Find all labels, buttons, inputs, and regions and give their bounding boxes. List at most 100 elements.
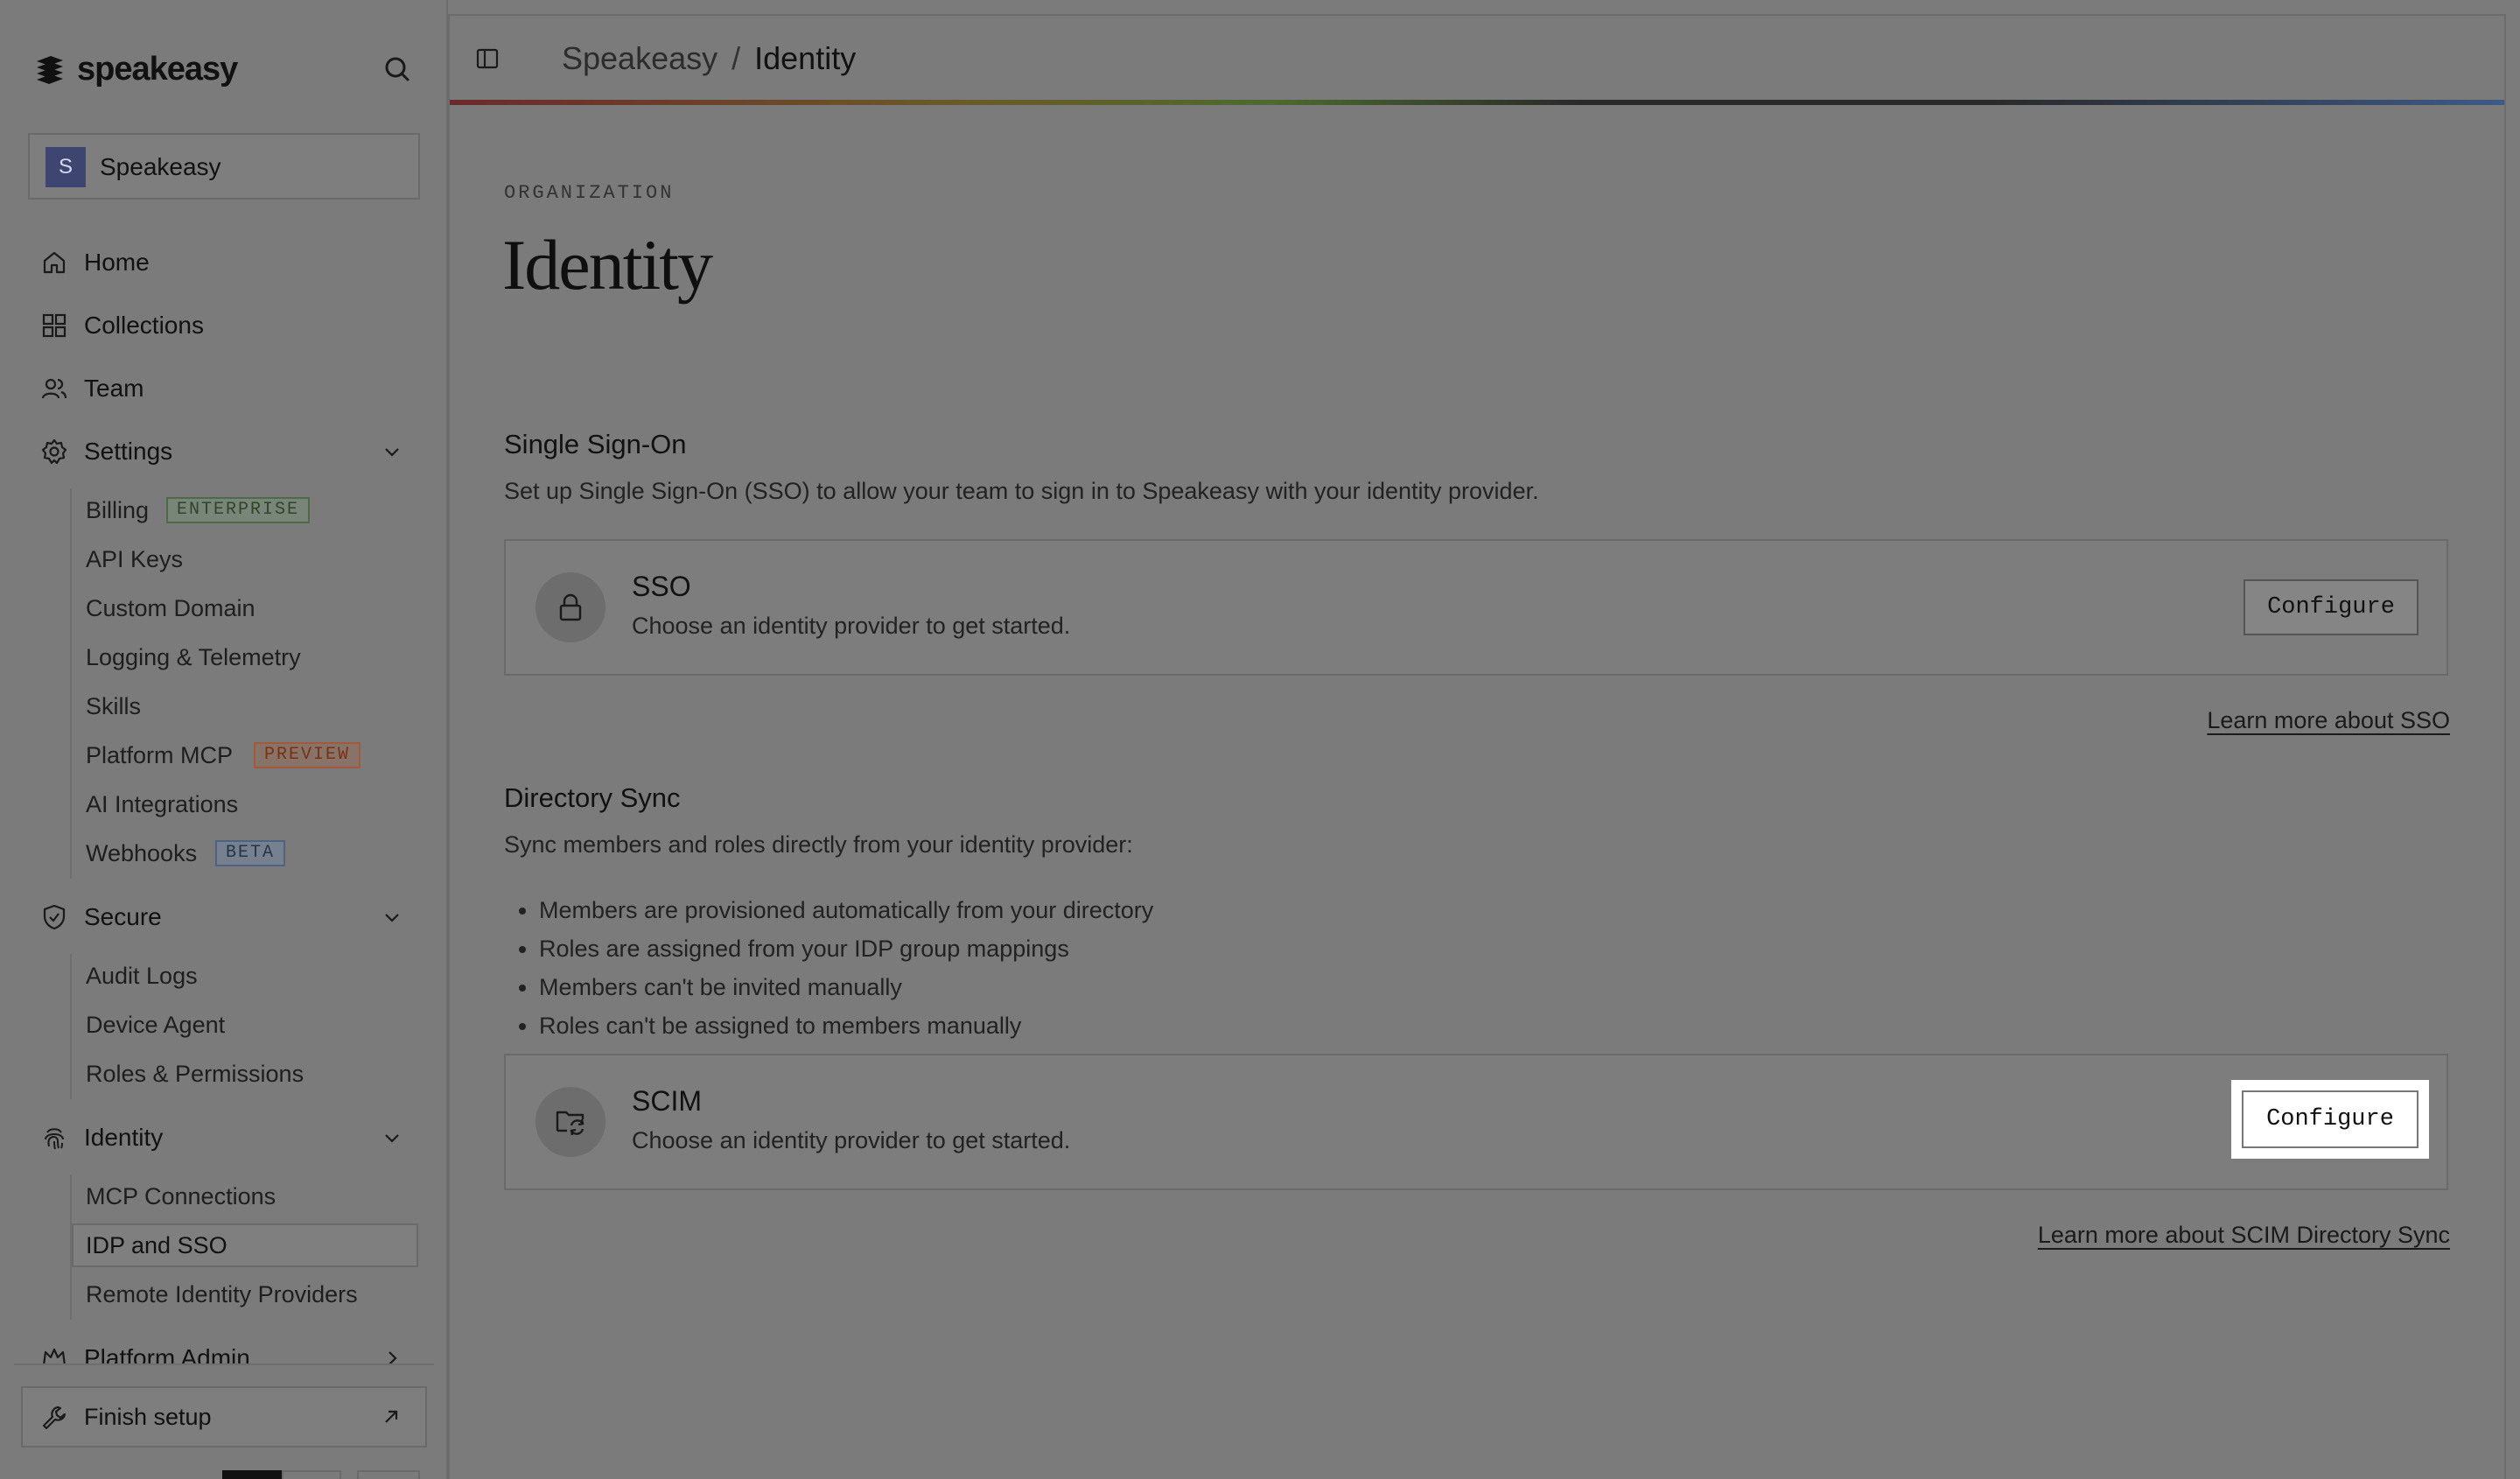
subnav-billing-label: Billing [86, 497, 150, 523]
scim-configure-spotlight: Configure [2231, 1080, 2429, 1159]
chevron-down-icon[interactable] [382, 907, 402, 928]
directory-sync-description: Sync members and roles directly from you… [504, 831, 1133, 858]
subnav-device-agent-label: Device Agent [86, 1012, 226, 1038]
sso-learn-more-link[interactable]: Learn more about SSO [2207, 707, 2450, 734]
subnav-custom-domain-label: Custom Domain [86, 595, 256, 621]
sso-card-title: SSO [632, 571, 691, 602]
accent-gradient-bar [450, 100, 2504, 105]
users-icon [41, 378, 67, 399]
subnav-api-keys[interactable]: API Keys [72, 537, 418, 581]
page-eyebrow: ORGANIZATION [504, 182, 675, 204]
home-icon [43, 251, 66, 274]
subnav-idp-and-sso[interactable]: IDP and SSO [72, 1223, 418, 1267]
finish-setup-button[interactable]: Finish setup [21, 1386, 427, 1447]
subnav-billing[interactable]: Billing ENTERPRISE [72, 488, 418, 532]
sso-icon-circle [536, 572, 606, 642]
subnav-idp-and-sso-label: IDP and SSO [86, 1232, 228, 1258]
sso-configure-button[interactable]: Configure [2244, 579, 2418, 635]
nav-platform-admin[interactable]: Platform Admin [40, 1337, 416, 1363]
arrow-up-right-icon [385, 1410, 398, 1423]
scim-configure-button[interactable]: Configure [2242, 1090, 2418, 1148]
preview-badge: PREVIEW [254, 742, 361, 768]
bullet-item: Members are provisioned automatically fr… [539, 891, 1153, 929]
nav-identity[interactable]: Identity [40, 1117, 416, 1159]
scim-learn-more-link[interactable]: Learn more about SCIM Directory Sync [2038, 1222, 2450, 1249]
subnav-ai-integrations[interactable]: AI Integrations [72, 782, 418, 826]
grid-icon [42, 313, 66, 338]
subnav-skills-label: Skills [86, 693, 142, 719]
folder-sync-icon [556, 1111, 584, 1136]
subnav-mcp-connections[interactable]: MCP Connections [72, 1174, 418, 1218]
subnav-remote-identity-providers-label: Remote Identity Providers [86, 1281, 358, 1307]
breadcrumb-parent[interactable]: Speakeasy [562, 40, 718, 76]
theme-toggle-light[interactable] [282, 1470, 341, 1479]
nav-collections-label: Collections [84, 312, 204, 339]
nav-collections[interactable]: Collections [40, 305, 416, 347]
nav-settings[interactable]: Settings [40, 431, 416, 473]
sso-section-description: Set up Single Sign-On (SSO) to allow you… [504, 478, 1539, 504]
fingerprint-icon [45, 1128, 64, 1150]
org-avatar: S [46, 147, 86, 187]
sidebar-divider [14, 1363, 434, 1365]
sidebar-toggle-icon[interactable] [474, 46, 500, 72]
shield-check-icon [43, 904, 66, 930]
scim-icon-circle [536, 1087, 606, 1157]
main-content: Speakeasy / Identity ORGANIZATION Identity… [448, 14, 2506, 1479]
gear-icon [41, 438, 67, 465]
subnav-roles-permissions[interactable]: Roles & Permissions [72, 1052, 418, 1096]
theme-toggle-dark[interactable] [222, 1470, 282, 1479]
nav-home[interactable]: Home [40, 242, 416, 284]
scim-card: SCIM Choose an identity provider to get … [504, 1054, 2448, 1190]
sso-card: SSO Choose an identity provider to get s… [504, 539, 2448, 676]
chevron-down-icon[interactable] [382, 1127, 402, 1148]
nav-identity-label: Identity [84, 1124, 164, 1151]
search-icon[interactable] [379, 51, 416, 88]
breadcrumb: Speakeasy / Identity [562, 33, 856, 84]
nav-team-label: Team [84, 375, 144, 402]
sidebar: speakeasy S Speakeasy Home Collections T… [0, 0, 448, 1479]
directory-sync-bullets: Members are provisioned automatically fr… [504, 891, 1153, 1045]
subnav-custom-domain[interactable]: Custom Domain [72, 586, 418, 630]
directory-sync-section-title: Directory Sync [504, 782, 681, 813]
lock-icon [559, 593, 582, 621]
chevron-right-icon[interactable] [382, 1348, 402, 1363]
subnav-skills[interactable]: Skills [72, 684, 418, 728]
theme-toggle-system[interactable] [357, 1470, 420, 1479]
nav-team[interactable]: Team [40, 368, 416, 410]
page-title: Identity [502, 225, 713, 305]
subnav-api-keys-label: API Keys [86, 546, 184, 572]
subnav-device-agent[interactable]: Device Agent [72, 1003, 418, 1047]
crown-icon [43, 1348, 66, 1363]
subnav-mcp-connections-label: MCP Connections [86, 1183, 276, 1209]
bullet-item: Members can't be invited manually [539, 968, 1153, 1006]
wrench-icon [42, 1405, 66, 1430]
subnav-roles-permissions-label: Roles & Permissions [86, 1061, 304, 1087]
platform-admin-clip: Platform Admin [0, 1334, 448, 1363]
brand-name: speakeasy [77, 51, 238, 88]
subnav-platform-mcp[interactable]: Platform MCP PREVIEW [72, 733, 418, 777]
sso-section-title: Single Sign-On [504, 429, 687, 459]
subnav-remote-identity-providers[interactable]: Remote Identity Providers [72, 1272, 418, 1316]
nav-settings-label: Settings [84, 438, 173, 465]
subnav-audit-logs[interactable]: Audit Logs [72, 954, 418, 998]
nav-home-label: Home [84, 249, 150, 276]
subnav-webhooks-label: Webhooks [86, 840, 198, 866]
brand-logo[interactable]: speakeasy [33, 47, 418, 91]
subnav-audit-logs-label: Audit Logs [86, 963, 198, 989]
nav-secure-label: Secure [84, 903, 162, 930]
chevron-down-icon[interactable] [382, 441, 402, 462]
org-switcher[interactable]: S Speakeasy [28, 133, 420, 200]
subnav-webhooks[interactable]: Webhooks BETA [72, 831, 418, 875]
nav-platform-admin-label: Platform Admin [84, 1344, 250, 1363]
enterprise-badge: ENTERPRISE [166, 497, 311, 523]
subnav-platform-mcp-label: Platform MCP [86, 742, 234, 768]
org-name: Speakeasy [100, 153, 221, 180]
beta-badge: BETA [215, 840, 286, 866]
nav-secure[interactable]: Secure [40, 896, 416, 938]
sso-card-description: Choose an identity provider to get start… [632, 613, 1071, 639]
speakeasy-logo-icon [37, 56, 63, 84]
scim-card-title: SCIM [632, 1085, 702, 1117]
scim-card-description: Choose an identity provider to get start… [632, 1127, 1071, 1153]
breadcrumb-current: Identity [754, 40, 857, 76]
subnav-logging-telemetry[interactable]: Logging & Telemetry [72, 635, 418, 679]
